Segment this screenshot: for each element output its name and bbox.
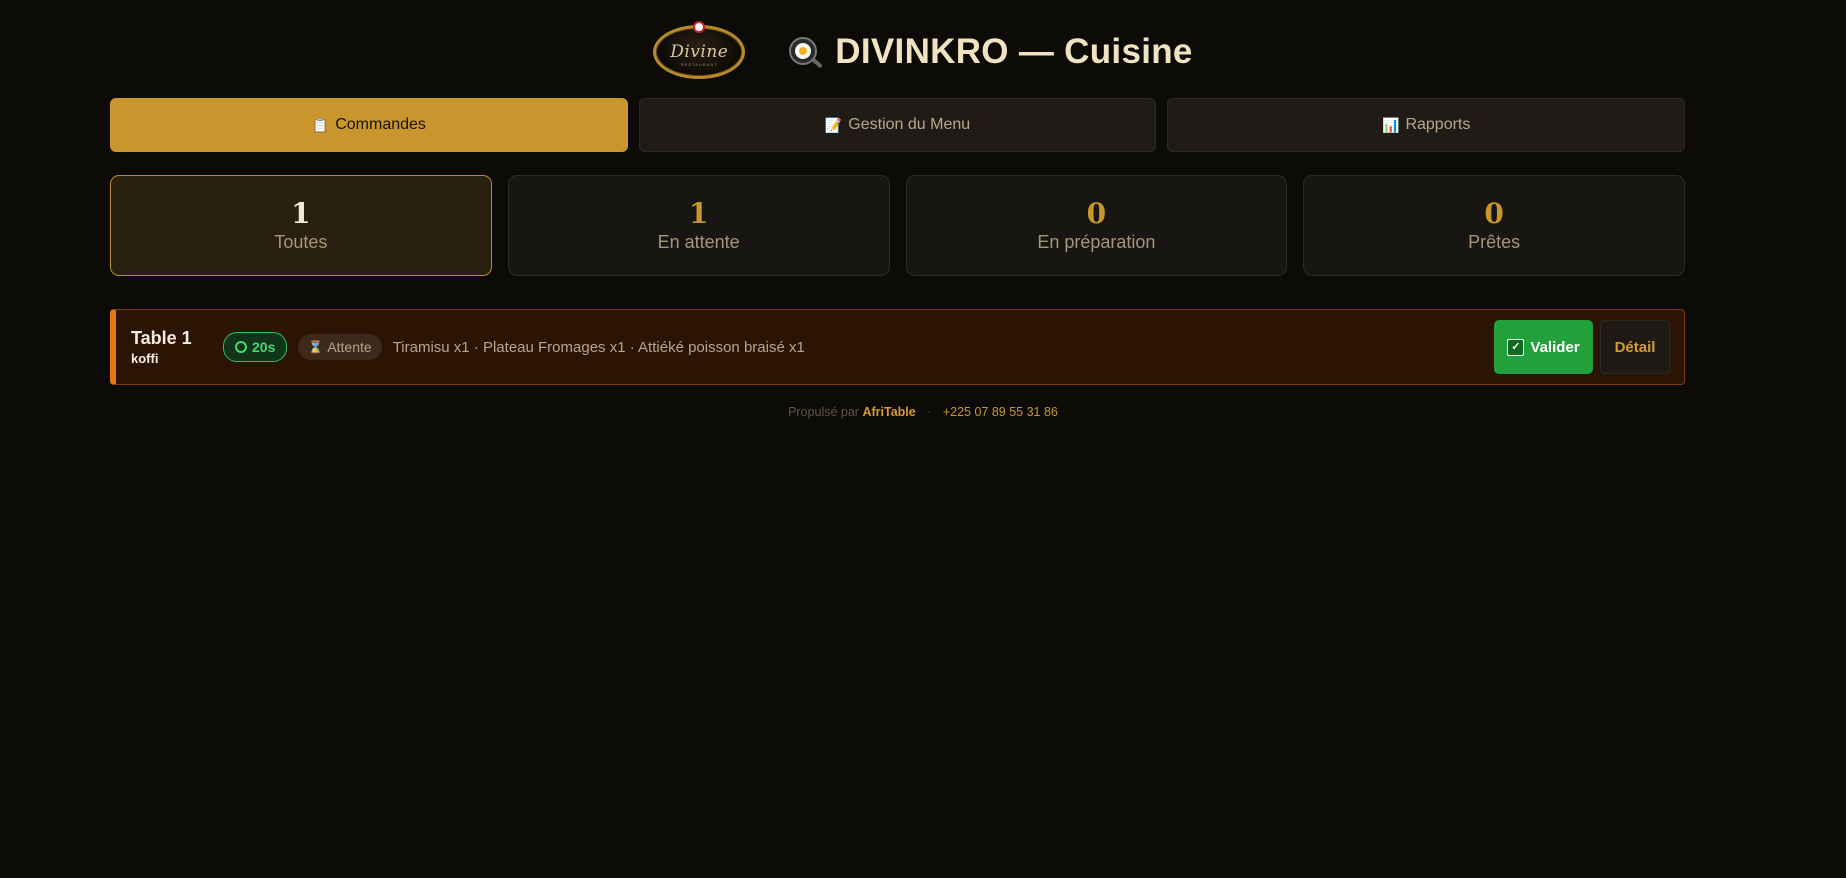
filter-en-preparation[interactable]: 0 En préparation bbox=[905, 175, 1288, 276]
stat-label: En attente bbox=[657, 232, 740, 252]
stat-count: 1 bbox=[291, 197, 311, 230]
stat-label: Prêtes bbox=[1468, 232, 1521, 252]
phone-number[interactable]: +225 07 89 55 31 86 bbox=[943, 405, 1058, 419]
stat-count: 1 bbox=[688, 197, 709, 230]
order-status-filters: 1 Toutes 1 En attente 0 En préparation 0… bbox=[110, 175, 1685, 276]
table-name: Table 1 bbox=[131, 328, 192, 348]
crest-icon bbox=[693, 21, 706, 33]
page-footer: Propulsé par AfriTable · +225 07 89 55 3… bbox=[0, 405, 1846, 419]
filter-en-attente[interactable]: 1 En attente bbox=[507, 175, 890, 276]
waiter-name: koffi bbox=[131, 351, 159, 366]
stat-count: 0 bbox=[1086, 197, 1107, 230]
status-badge: ⌛ Attente bbox=[298, 334, 382, 360]
order-items: Tiramisu x1 · Plateau Fromages x1 · Atti… bbox=[392, 338, 805, 356]
brand-link[interactable]: AfriTable bbox=[862, 405, 915, 419]
footer-separator: · bbox=[927, 405, 932, 419]
validate-label: Valider bbox=[1530, 338, 1580, 356]
page-header: Divine RESTAURANT DIVINKRO — Cuisine bbox=[0, 21, 1846, 82]
filter-pretes[interactable]: 0 Prêtes bbox=[1303, 175, 1685, 276]
tab-gestion-menu[interactable]: 📝 Gestion du Menu bbox=[638, 98, 1157, 152]
filter-toutes[interactable]: 1 Toutes bbox=[110, 175, 492, 276]
stat-label: Toutes bbox=[274, 232, 328, 252]
tab-label: Rapports bbox=[1405, 116, 1471, 133]
order-row: Table 1 koffi 20s ⌛ Attente Tiramisu x1 … bbox=[110, 309, 1685, 385]
order-table-info: Table 1 koffi bbox=[131, 328, 223, 366]
detail-button[interactable]: Détail bbox=[1600, 320, 1670, 374]
stopwatch-icon bbox=[235, 341, 247, 353]
elapsed-timer-badge: 20s bbox=[223, 332, 288, 362]
main-tabs: 📋 Commandes 📝 Gestion du Menu 📊 Rapports bbox=[110, 98, 1686, 152]
tab-label: Commandes bbox=[335, 116, 426, 133]
logo-text: Divine bbox=[670, 42, 729, 62]
timer-value: 20s bbox=[252, 339, 276, 355]
tab-rapports[interactable]: 📊 Rapports bbox=[1167, 98, 1686, 152]
stat-label: En préparation bbox=[1037, 232, 1156, 252]
validate-button[interactable]: ✓ Valider bbox=[1494, 320, 1593, 374]
powered-by-text: Propulsé par bbox=[788, 405, 859, 419]
logo-subtext: RESTAURANT bbox=[680, 62, 718, 67]
page-title: DIVINKRO — Cuisine bbox=[835, 32, 1193, 71]
bar-chart-icon: 📊 bbox=[1382, 116, 1400, 133]
tab-commandes[interactable]: 📋 Commandes bbox=[110, 98, 628, 152]
memo-icon: 📝 bbox=[824, 116, 843, 133]
status-label: Attente bbox=[327, 339, 372, 355]
restaurant-logo: Divine RESTAURANT bbox=[653, 21, 746, 79]
frying-pan-egg-icon bbox=[787, 35, 824, 69]
clipboard-icon: 📋 bbox=[311, 116, 330, 133]
tab-label: Gestion du Menu bbox=[848, 116, 971, 133]
check-box-icon: ✓ bbox=[1507, 338, 1525, 356]
stat-count: 0 bbox=[1484, 197, 1504, 230]
hourglass-icon: ⌛ bbox=[308, 340, 324, 354]
